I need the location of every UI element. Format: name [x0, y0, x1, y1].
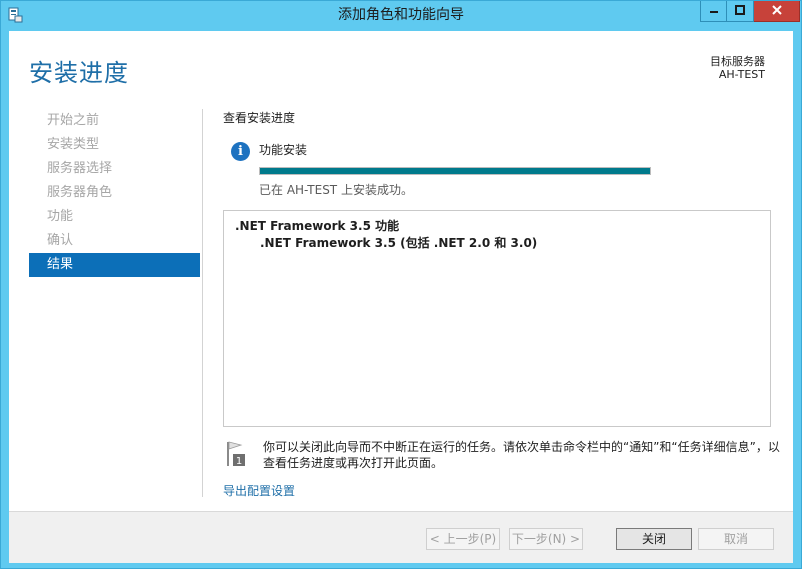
- maximize-icon: [735, 4, 745, 18]
- wizard-nav: 开始之前 安装类型 服务器选择 服务器角色 功能 确认 结果: [29, 109, 200, 277]
- next-button[interactable]: 下一步(N) >: [509, 528, 583, 550]
- page-title: 安装进度: [29, 59, 129, 87]
- server-label: 目标服务器: [710, 55, 765, 68]
- destination-server: 目标服务器 AH-TEST: [710, 55, 765, 81]
- nav-item-confirmation[interactable]: 确认: [29, 229, 200, 253]
- server-name: AH-TEST: [718, 68, 765, 81]
- wizard-client-area: 安装进度 目标服务器 AH-TEST 开始之前 安装类型 服务器选择 服务器角色…: [9, 31, 793, 563]
- progress-fill: [260, 168, 650, 174]
- nav-item-installation-type[interactable]: 安装类型: [29, 133, 200, 157]
- nav-item-before-you-begin[interactable]: 开始之前: [29, 109, 200, 133]
- notice-text: 你可以关闭此向导而不中断正在运行的任务。请依次单击命令栏中的“通知”和“任务详细…: [263, 440, 780, 470]
- title-bar[interactable]: 添加角色和功能向导: [1, 1, 801, 29]
- close-button[interactable]: 关闭: [616, 528, 692, 550]
- minimize-button[interactable]: [700, 1, 727, 22]
- results-list[interactable]: .NET Framework 3.5 功能 .NET Framework 3.5…: [223, 210, 771, 427]
- list-item: .NET Framework 3.5 (包括 .NET 2.0 和 3.0): [260, 236, 538, 250]
- section-label: 查看安装进度: [223, 111, 296, 125]
- minimize-icon: [709, 4, 719, 18]
- close-icon: [771, 4, 782, 18]
- nav-item-server-roles[interactable]: 服务器角色: [29, 181, 200, 205]
- nav-item-features[interactable]: 功能: [29, 205, 200, 229]
- nav-item-results[interactable]: 结果: [29, 253, 200, 277]
- feature-installation-label: 功能安装: [259, 143, 308, 157]
- nav-item-server-selection[interactable]: 服务器选择: [29, 157, 200, 181]
- svg-text:1: 1: [236, 456, 242, 467]
- cancel-button[interactable]: 取消: [698, 528, 774, 550]
- maximize-button[interactable]: [727, 1, 754, 22]
- flag-notification-icon: 1: [225, 440, 249, 468]
- list-item: .NET Framework 3.5 功能: [235, 219, 400, 233]
- export-configuration-link[interactable]: 导出配置设置: [223, 482, 295, 499]
- nav-divider: [202, 109, 203, 497]
- info-icon: i: [231, 142, 250, 161]
- close-window-button[interactable]: [754, 1, 800, 22]
- install-progress-bar: [259, 167, 651, 175]
- wizard-footer: < 上一步(P) 下一步(N) > 关闭 取消: [9, 511, 793, 563]
- window-title: 添加角色和功能向导: [338, 7, 464, 23]
- install-status: 已在 AH-TEST 上安装成功。: [259, 183, 413, 197]
- window-controls: [700, 1, 800, 23]
- wizard-window: 添加角色和功能向导 安装进度 目标服务器 AH-TEST 开始之前 安装类型 服…: [0, 0, 802, 569]
- previous-button[interactable]: < 上一步(P): [426, 528, 500, 550]
